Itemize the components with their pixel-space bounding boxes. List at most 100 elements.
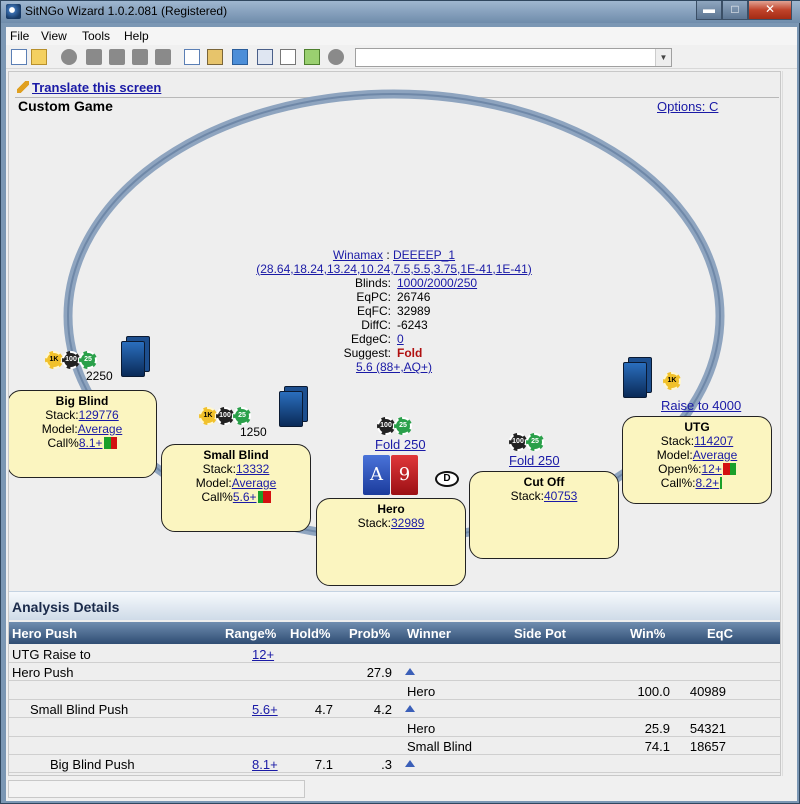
stack-link[interactable]: 32989 (391, 516, 424, 530)
disabled-tool-icon-3[interactable] (132, 49, 148, 65)
paste-icon[interactable] (207, 49, 223, 65)
stack-link[interactable]: 13332 (236, 462, 269, 476)
menu-view[interactable]: View (41, 29, 67, 43)
analysis-title: Analysis Details (12, 599, 120, 615)
new-document-icon[interactable] (11, 49, 27, 65)
graph-icon[interactable] (280, 49, 296, 65)
col-range[interactable]: Range% (225, 626, 276, 641)
separator: : (386, 248, 390, 262)
menu-tools[interactable]: Tools (82, 29, 110, 43)
model-link[interactable]: Average (693, 448, 737, 462)
eqc-value: 54321 (689, 720, 726, 736)
expand-triangle-icon[interactable] (405, 760, 415, 768)
menu-help[interactable]: Help (124, 29, 149, 43)
call-link[interactable]: 8.2+ (695, 476, 719, 490)
table-row: UTG Raise to 12+ (9, 645, 780, 663)
expand-triangle-icon[interactable] (405, 705, 415, 713)
open-range-bar (722, 463, 736, 475)
eqc-value: 40989 (689, 683, 726, 699)
col-hero-push[interactable]: Hero Push (12, 626, 77, 641)
title-bar[interactable]: SitNGo Wizard 1.0.2.081 (Registered) ▬ □… (1, 1, 800, 23)
screenshot-icon[interactable] (232, 49, 248, 65)
col-side-pot[interactable]: Side Pot (514, 626, 566, 641)
chip-100-icon: 100 (62, 351, 80, 369)
status-field (8, 780, 305, 798)
seat-name: Hero (377, 502, 405, 516)
table-row: Hero 25.9 54321 (9, 719, 780, 737)
maximize-button[interactable]: □ (722, 1, 748, 20)
expand-triangle-icon[interactable] (405, 668, 415, 676)
calculator-icon[interactable] (257, 49, 273, 65)
call-link[interactable]: 8.1+ (79, 436, 103, 450)
chip-1k-icon: 1K (663, 372, 681, 390)
col-win[interactable]: Win% (630, 626, 665, 641)
big-blind-chips: 1K 100 25 (45, 348, 97, 369)
vertical-scrollbar[interactable] (782, 71, 797, 776)
range-link[interactable]: 12+ (252, 647, 274, 662)
table-row: Hero15.685310 (9, 774, 780, 775)
row-label: Small Blind Push (30, 702, 129, 718)
copy-icon[interactable] (184, 49, 200, 65)
cut-off-action-link[interactable]: Fold 250 (509, 453, 560, 468)
seat-utg[interactable]: UTG Stack:114207 Model:Average Open%:12+… (622, 416, 772, 504)
chevron-down-icon[interactable]: ▼ (655, 49, 671, 66)
hand-info: Winamax : DEEEEP_1 (28.64,18.24,13.24,10… (219, 248, 569, 374)
win-value: 100.0 (637, 683, 670, 699)
model-link[interactable]: Average (78, 422, 122, 436)
hero-action-link[interactable]: Fold 250 (375, 437, 426, 452)
open-link[interactable]: 12+ (702, 462, 722, 476)
range-link[interactable]: 5.6+ (252, 702, 278, 717)
open-folder-icon[interactable] (31, 49, 47, 65)
disabled-tool-icon-4[interactable] (155, 49, 171, 65)
utg-action-link[interactable]: Raise to 4000 (661, 398, 741, 413)
disabled-gear-icon[interactable] (61, 49, 77, 65)
win-value: 74.1 (644, 739, 670, 754)
app-window: SitNGo Wizard 1.0.2.081 (Registered) ▬ □… (0, 0, 800, 804)
minimize-button[interactable]: ▬ (696, 1, 722, 20)
range-link[interactable]: 8.1+ (252, 757, 278, 772)
table-row: Hero 100.0 40989 (9, 682, 780, 700)
hold-value: 7.1 (314, 757, 333, 773)
suggest-value: Fold (397, 346, 423, 360)
hero-range-link[interactable]: 5.6 (88+,AQ+) (219, 360, 569, 374)
col-eqc[interactable]: EqC (707, 626, 733, 641)
game-select-dropdown[interactable]: ▼ (355, 48, 672, 67)
open-label: Open%: (658, 462, 702, 476)
seat-small-blind[interactable]: Small Blind Stack:13332 Model:Average Ca… (161, 444, 311, 532)
payout-structure-link[interactable]: (28.64,18.24,13.24,10.24,7.5,5.5,3.75,1E… (219, 262, 569, 276)
stack-link[interactable]: 129776 (79, 408, 119, 422)
col-winner[interactable]: Winner (407, 626, 451, 641)
menu-file[interactable]: File (10, 29, 29, 43)
seat-hero[interactable]: Hero Stack:32989 (316, 498, 466, 586)
diffc-value: -6243 (397, 318, 428, 332)
disabled-settings-icon[interactable] (328, 49, 344, 65)
stack-link[interactable]: 40753 (544, 489, 577, 503)
blinds-link[interactable]: 1000/2000/250 (397, 276, 477, 290)
seat-big-blind[interactable]: Big Blind Stack:129776 Model:Average Cal… (9, 390, 157, 478)
chip-100-icon: 100 (509, 433, 527, 451)
player-link[interactable]: DEEEEP_1 (393, 248, 455, 262)
edgec-link[interactable]: 0 (397, 332, 404, 346)
close-button[interactable]: ✕ (748, 1, 792, 20)
analysis-table-header: Hero Push Range% Hold% Prob% Winner Side… (9, 622, 780, 644)
model-label: Model: (41, 422, 78, 436)
edit-icon[interactable] (304, 49, 320, 65)
col-prob[interactable]: Prob% (349, 626, 390, 641)
model-label: Model: (656, 448, 693, 462)
seat-name: UTG (684, 420, 710, 434)
prob-value: 4.2 (373, 702, 392, 718)
prob-value: .3 (381, 757, 392, 773)
site-link[interactable]: Winamax (333, 248, 383, 262)
chip-25-icon: 25 (233, 407, 251, 425)
card-nine-hearts: 9 (391, 455, 418, 495)
model-link[interactable]: Average (232, 476, 276, 490)
seat-cut-off[interactable]: Cut Off Stack:40753 (469, 471, 619, 559)
row-label: UTG Raise to (12, 647, 91, 662)
disabled-tool-icon-2[interactable] (109, 49, 125, 65)
seat-name: Cut Off (523, 475, 565, 489)
call-link[interactable]: 5.6+ (233, 490, 257, 504)
col-hold[interactable]: Hold% (290, 626, 330, 641)
card-backs-icon (623, 362, 647, 398)
disabled-tool-icon-1[interactable] (86, 49, 102, 65)
stack-link[interactable]: 114207 (694, 434, 733, 448)
